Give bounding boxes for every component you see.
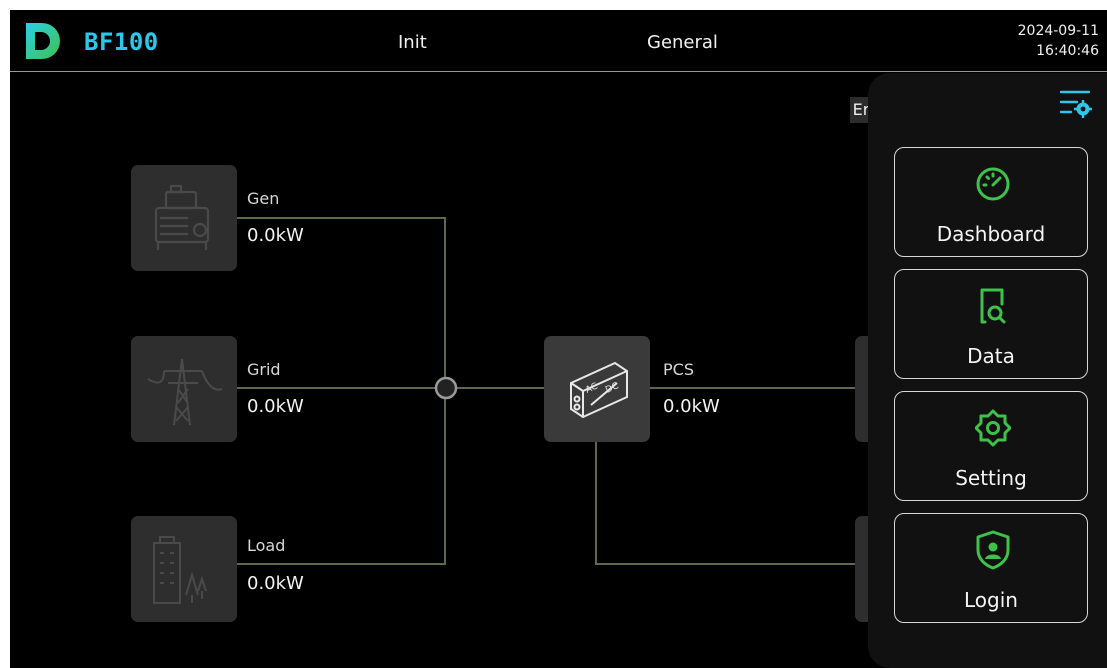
load-label: Load: [247, 536, 286, 555]
grid-node[interactable]: [131, 336, 237, 442]
gen-label: Gen: [247, 189, 280, 208]
bus-junction: [434, 376, 458, 400]
gauge-icon: [976, 167, 1010, 201]
ac-dc-converter-icon: AC DC: [570, 361, 628, 419]
datetime-display: 2024-09-11 16:40:46: [1018, 21, 1099, 61]
app-screen: BF100 Init General 2024-09-11 16:40:46 G…: [10, 10, 1107, 668]
side-menu-drawer: Dashboard Data Setting Login: [868, 73, 1107, 668]
generator-node[interactable]: [131, 165, 237, 271]
time-text: 16:40:46: [1036, 43, 1099, 59]
date-text: 2024-09-11: [1017, 23, 1099, 39]
setting-label: Setting: [955, 466, 1027, 490]
tab-init[interactable]: Init: [398, 32, 427, 53]
brand-logo-icon: [26, 23, 60, 59]
gen-power-value: 0.0kW: [247, 225, 304, 246]
pcs-label: PCS: [663, 360, 694, 379]
gear-icon: [975, 409, 1011, 447]
power-tower-icon: [147, 358, 223, 426]
user-shield-icon: [976, 530, 1010, 570]
document-search-icon: [980, 288, 1006, 324]
app-title: BF100: [84, 28, 159, 56]
dc-text: DC: [604, 381, 620, 396]
pcs-power-value: 0.0kW: [663, 396, 720, 417]
dashboard-button[interactable]: Dashboard: [894, 147, 1088, 257]
data-button[interactable]: Data: [894, 269, 1088, 379]
top-bar: BF100 Init General 2024-09-11 16:40:46: [10, 10, 1107, 72]
pcs-node[interactable]: AC DC: [544, 336, 650, 442]
data-label: Data: [967, 344, 1015, 368]
login-button[interactable]: Login: [894, 513, 1088, 623]
building-icon: [153, 536, 207, 604]
load-node[interactable]: [131, 516, 237, 622]
login-label: Login: [964, 588, 1018, 612]
grid-label: Grid: [247, 360, 281, 379]
generator-icon: [154, 184, 210, 250]
setting-button[interactable]: Setting: [894, 391, 1088, 501]
dashboard-label: Dashboard: [936, 222, 1046, 246]
tab-general[interactable]: General: [647, 32, 718, 53]
grid-power-value: 0.0kW: [247, 396, 304, 417]
load-power-value: 0.0kW: [247, 573, 304, 594]
list-settings-icon[interactable]: [1057, 87, 1093, 119]
